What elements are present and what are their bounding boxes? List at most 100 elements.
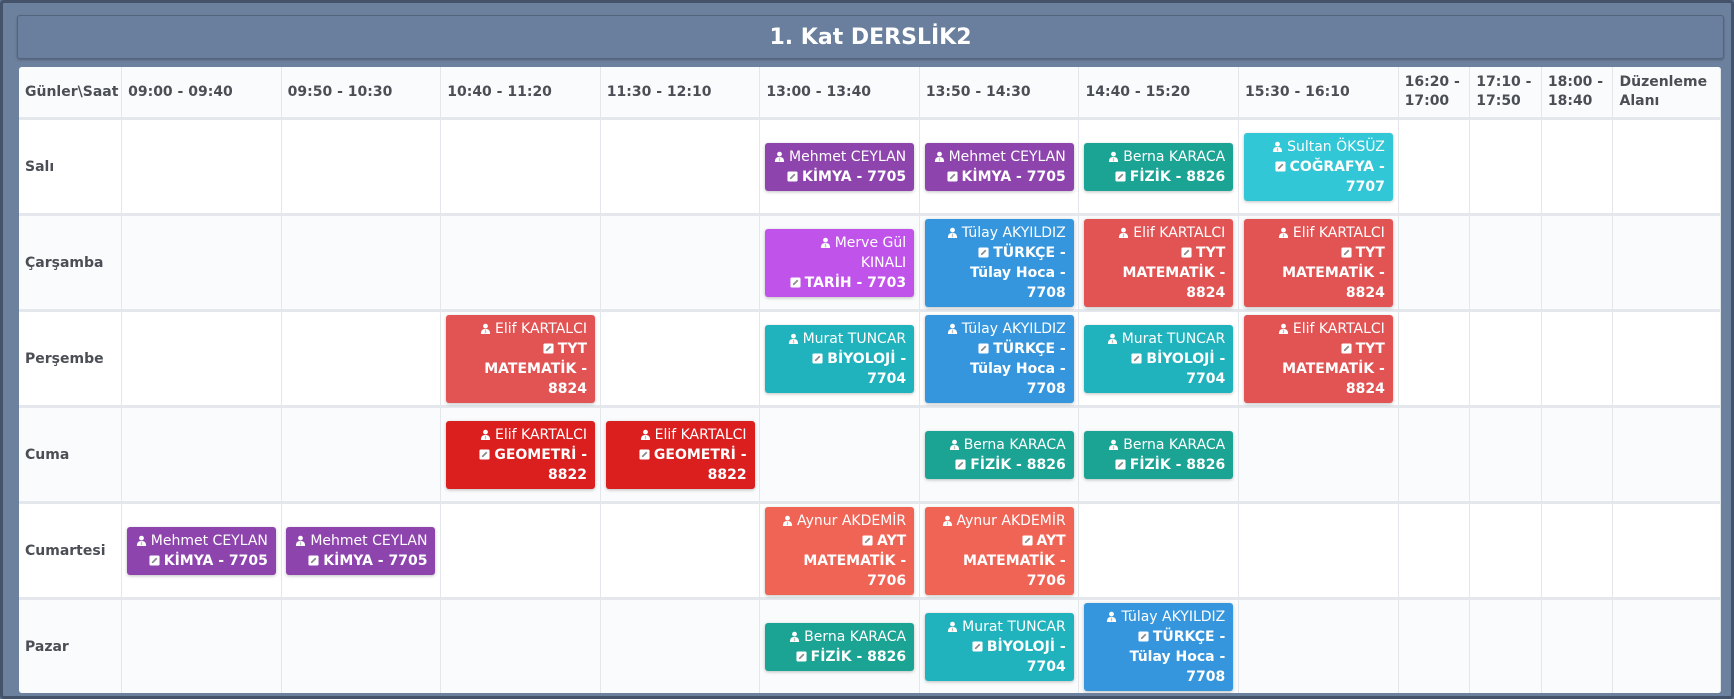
schedule-cell[interactable]: Murat TUNCAR BİYOLOJİ - 7704: [919, 600, 1080, 693]
schedule-cell[interactable]: [122, 312, 282, 408]
schedule-cell[interactable]: [122, 120, 282, 216]
schedule-cell[interactable]: Berna KARACA FİZİK - 8826: [760, 600, 920, 693]
lesson-card[interactable]: Elif KARTALCI TYT MATEMATİK - 8824: [446, 314, 596, 403]
schedule-cell[interactable]: [1079, 504, 1240, 600]
schedule-cell[interactable]: [1470, 504, 1542, 600]
lesson-card[interactable]: Elif KARTALCI GEOMETRİ - 8822: [446, 420, 596, 489]
schedule-cell[interactable]: [1541, 120, 1614, 216]
lesson-card[interactable]: Mehmet CEYLAN KİMYA - 7705: [765, 142, 915, 191]
schedule-cell[interactable]: [281, 312, 442, 408]
lesson-card[interactable]: Berna KARACA FİZİK - 8826: [1084, 142, 1234, 191]
schedule-cell[interactable]: Merve Gül KINALI TARİH - 7703: [760, 216, 920, 312]
schedule-cell[interactable]: [441, 120, 601, 216]
schedule-cell[interactable]: [122, 408, 282, 504]
schedule-cell[interactable]: [1470, 216, 1542, 312]
lesson-card[interactable]: Murat TUNCAR BİYOLOJİ - 7704: [924, 612, 1074, 681]
schedule-cell[interactable]: Tülay AKYILDIZ TÜRKÇE - Tülay Hoca - 7708: [1079, 600, 1240, 693]
schedule-cell[interactable]: [281, 216, 442, 312]
schedule-cell[interactable]: [1541, 600, 1614, 693]
schedule-cell[interactable]: Berna KARACA FİZİK - 8826: [1079, 408, 1240, 504]
user-icon: [640, 426, 651, 440]
lesson-card[interactable]: Aynur AKDEMİR AYT MATEMATİK - 7706: [765, 506, 915, 595]
schedule-cell[interactable]: [441, 504, 601, 600]
edit-area-cell[interactable]: [1613, 600, 1721, 693]
schedule-cell[interactable]: [281, 600, 442, 693]
schedule-cell[interactable]: [1541, 408, 1614, 504]
schedule-cell[interactable]: Berna KARACA FİZİK - 8826: [919, 408, 1080, 504]
schedule-cell[interactable]: [600, 120, 761, 216]
schedule-cell[interactable]: [1398, 504, 1471, 600]
schedule-cell[interactable]: [600, 504, 761, 600]
schedule-cell[interactable]: [122, 600, 282, 693]
schedule-cell[interactable]: Murat TUNCAR BİYOLOJİ - 7704: [760, 312, 920, 408]
lesson-card[interactable]: Elif KARTALCI TYT MATEMATİK - 8824: [1084, 218, 1234, 307]
schedule-cell[interactable]: [281, 408, 442, 504]
lesson-card[interactable]: Berna KARACA FİZİK - 8826: [924, 430, 1074, 479]
lesson-card[interactable]: Tülay AKYILDIZ TÜRKÇE - Tülay Hoca - 7708: [1084, 602, 1234, 691]
schedule-cell[interactable]: Elif KARTALCI GEOMETRİ - 8822: [441, 408, 601, 504]
edit-area-cell[interactable]: [1613, 504, 1721, 600]
schedule-cell[interactable]: [1470, 312, 1542, 408]
schedule-cell[interactable]: Elif KARTALCI TYT MATEMATİK - 8824: [441, 312, 601, 408]
lesson-card[interactable]: Elif KARTALCI TYT MATEMATİK - 8824: [1243, 314, 1393, 403]
schedule-cell[interactable]: [441, 216, 601, 312]
schedule-cell[interactable]: [122, 216, 282, 312]
schedule-cell[interactable]: [1541, 216, 1614, 312]
schedule-cell[interactable]: Elif KARTALCI TYT MATEMATİK - 8824: [1239, 216, 1399, 312]
schedule-cell[interactable]: Elif KARTALCI TYT MATEMATİK - 8824: [1079, 216, 1240, 312]
schedule-cell[interactable]: [600, 216, 761, 312]
schedule-cell[interactable]: [1398, 312, 1471, 408]
schedule-cell[interactable]: Mehmet CEYLAN KİMYA - 7705: [760, 120, 920, 216]
lesson-card[interactable]: Berna KARACA FİZİK - 8826: [765, 622, 915, 671]
schedule-cell[interactable]: Mehmet CEYLAN KİMYA - 7705: [122, 504, 282, 600]
schedule-cell[interactable]: [1398, 408, 1471, 504]
schedule-cell[interactable]: Aynur AKDEMİR AYT MATEMATİK - 7706: [760, 504, 920, 600]
lesson-card[interactable]: Merve Gül KINALI TARİH - 7703: [765, 228, 915, 297]
schedule-cell[interactable]: Elif KARTALCI TYT MATEMATİK - 8824: [1239, 312, 1399, 408]
edit-area-cell[interactable]: [1613, 216, 1721, 312]
schedule-cell[interactable]: Berna KARACA FİZİK - 8826: [1079, 120, 1240, 216]
schedule-cell[interactable]: [1239, 504, 1399, 600]
schedule-cell[interactable]: Sultan ÖKSÜZ COĞRAFYA - 7707: [1239, 120, 1399, 216]
lesson-card[interactable]: Tülay AKYILDIZ TÜRKÇE - Tülay Hoca - 7708: [924, 218, 1074, 307]
edit-area-cell[interactable]: [1613, 408, 1721, 504]
lesson-card[interactable]: Mehmet CEYLAN KİMYA - 7705: [126, 526, 276, 575]
schedule-cell[interactable]: [1470, 120, 1542, 216]
schedule-cell[interactable]: [441, 600, 601, 693]
schedule-cell[interactable]: [1541, 504, 1614, 600]
schedule-cell[interactable]: Elif KARTALCI GEOMETRİ - 8822: [600, 408, 761, 504]
lesson-card[interactable]: Aynur AKDEMİR AYT MATEMATİK - 7706: [924, 506, 1074, 595]
schedule-cell[interactable]: Tülay AKYILDIZ TÜRKÇE - Tülay Hoca - 7708: [919, 216, 1080, 312]
lesson-card[interactable]: Mehmet CEYLAN KİMYA - 7705: [286, 526, 436, 575]
schedule-cell[interactable]: Tülay AKYILDIZ TÜRKÇE - Tülay Hoca - 7708: [919, 312, 1080, 408]
schedule-cell[interactable]: [281, 120, 442, 216]
schedule-cell[interactable]: [1398, 216, 1471, 312]
lesson-card[interactable]: Sultan ÖKSÜZ COĞRAFYA - 7707: [1243, 132, 1393, 201]
lesson-card[interactable]: Mehmet CEYLAN KİMYA - 7705: [924, 142, 1074, 191]
user-icon: [947, 224, 958, 238]
schedule-cell[interactable]: [1470, 600, 1542, 693]
schedule-cell[interactable]: [1398, 600, 1471, 693]
edit-area-cell[interactable]: [1613, 312, 1721, 408]
schedule-cell[interactable]: Aynur AKDEMİR AYT MATEMATİK - 7706: [919, 504, 1080, 600]
lesson-card[interactable]: Murat TUNCAR BİYOLOJİ - 7704: [1084, 324, 1234, 393]
edit-area-cell[interactable]: [1613, 120, 1721, 216]
schedule-cell[interactable]: Mehmet CEYLAN KİMYA - 7705: [281, 504, 442, 600]
schedule-cell[interactable]: [1239, 408, 1399, 504]
lesson-card[interactable]: Murat TUNCAR BİYOLOJİ - 7704: [765, 324, 915, 393]
schedule-cell[interactable]: [1239, 600, 1399, 693]
lesson-card[interactable]: Elif KARTALCI TYT MATEMATİK - 8824: [1243, 218, 1393, 307]
lesson-cell-wrap: Elif KARTALCI GEOMETRİ - 8822: [601, 408, 760, 501]
schedule-cell[interactable]: [1470, 408, 1542, 504]
schedule-cell[interactable]: [760, 408, 920, 504]
schedule-cell[interactable]: [600, 312, 761, 408]
lesson-card[interactable]: Tülay AKYILDIZ TÜRKÇE - Tülay Hoca - 7708: [924, 314, 1074, 403]
lesson-card[interactable]: Berna KARACA FİZİK - 8826: [1084, 430, 1234, 479]
lesson-card[interactable]: Elif KARTALCI GEOMETRİ - 8822: [605, 420, 755, 489]
schedule-cell[interactable]: [1541, 312, 1614, 408]
schedule-cell[interactable]: Murat TUNCAR BİYOLOJİ - 7704: [1079, 312, 1240, 408]
edit-icon: [812, 350, 823, 364]
schedule-cell[interactable]: Mehmet CEYLAN KİMYA - 7705: [919, 120, 1080, 216]
schedule-cell[interactable]: [1398, 120, 1471, 216]
schedule-cell[interactable]: [600, 600, 761, 693]
